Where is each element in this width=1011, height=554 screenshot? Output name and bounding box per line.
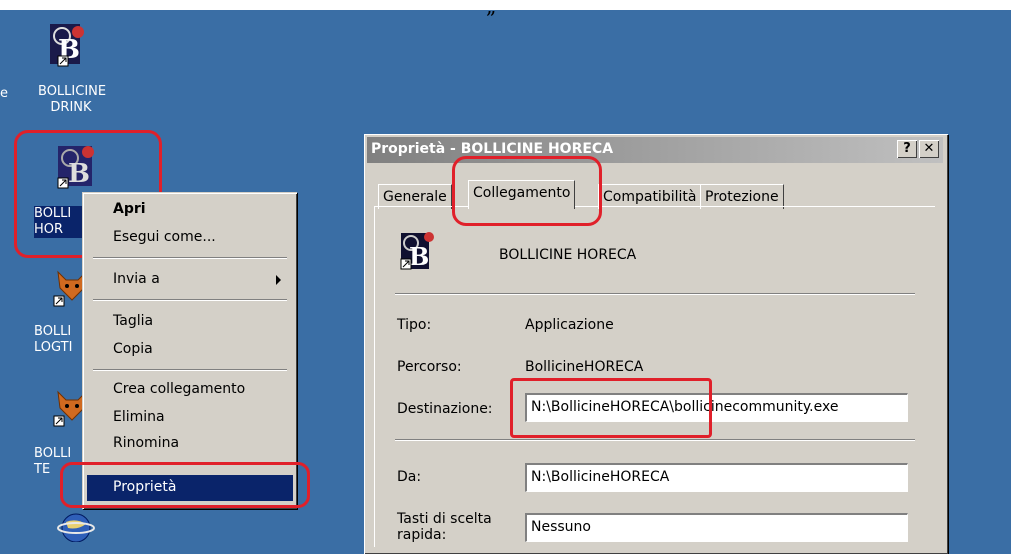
menu-item-create-shortcut[interactable]: Crea collegamento [113, 381, 245, 397]
help-button[interactable]: ? [897, 140, 917, 158]
menu-item-open[interactable]: Apri [113, 201, 146, 217]
bollicine-drink-icon[interactable]: B [44, 22, 108, 67]
dialog-title: Proprietà - BOLLICINE HORECA [371, 141, 614, 157]
close-button[interactable]: ✕ [919, 140, 939, 158]
type-label: Tipo: [397, 317, 432, 333]
menu-item-run-as[interactable]: Esegui come... [113, 229, 216, 245]
type-value: Applicazione [525, 317, 614, 333]
menu-item-rename[interactable]: Rinomina [113, 435, 179, 451]
dialog-titlebar[interactable]: Proprietà - BOLLICINE HORECA ? ✕ [367, 137, 943, 163]
target-label: Destinazione: [397, 401, 493, 417]
tab-panel: B BOLLICINE HORECA Tipo: Applicazione Pe… [374, 206, 935, 547]
separator [395, 439, 915, 441]
menu-item-send-to[interactable]: Invia a [113, 271, 160, 287]
submenu-arrow-icon [276, 275, 281, 285]
shortcut-app-icon: B [399, 229, 439, 277]
globe-icon[interactable] [56, 508, 120, 552]
menu-item-copy[interactable]: Copia [113, 341, 153, 357]
top-quote-mark: „ [486, 0, 497, 18]
shortcut-key-label-line1: Tasti di scelta [397, 511, 492, 527]
clipped-label-edge: e [0, 86, 8, 101]
menu-item-delete[interactable]: Elimina [113, 409, 165, 425]
location-label: Percorso: [397, 359, 462, 375]
tab-collegamento[interactable]: Collegamento [468, 180, 576, 209]
shortcut-name: BOLLICINE HORECA [499, 247, 637, 263]
svg-text:B: B [409, 242, 429, 271]
menu-separator [93, 257, 287, 259]
menu-item-cut[interactable]: Taglia [113, 313, 153, 329]
location-value: BollicineHORECA [525, 359, 644, 375]
start-in-label: Da: [397, 469, 422, 485]
menu-separator [93, 369, 287, 371]
shortcut-key-label: Tasti di scelta rapida: [397, 511, 492, 543]
menu-separator [93, 299, 287, 301]
desktop-icon-label[interactable]: BOLLICINE DRINK [38, 84, 106, 116]
start-in-input[interactable]: N:\BollicineHORECA [525, 463, 908, 492]
annotation-target-outline [510, 378, 712, 438]
annotation-properties-outline [60, 462, 310, 508]
shortcut-key-input[interactable]: Nessuno [525, 513, 908, 542]
separator [395, 293, 915, 295]
top-strip [0, 0, 1011, 10]
desktop-icon-label[interactable]: BOLLI LOGTI [34, 324, 80, 356]
